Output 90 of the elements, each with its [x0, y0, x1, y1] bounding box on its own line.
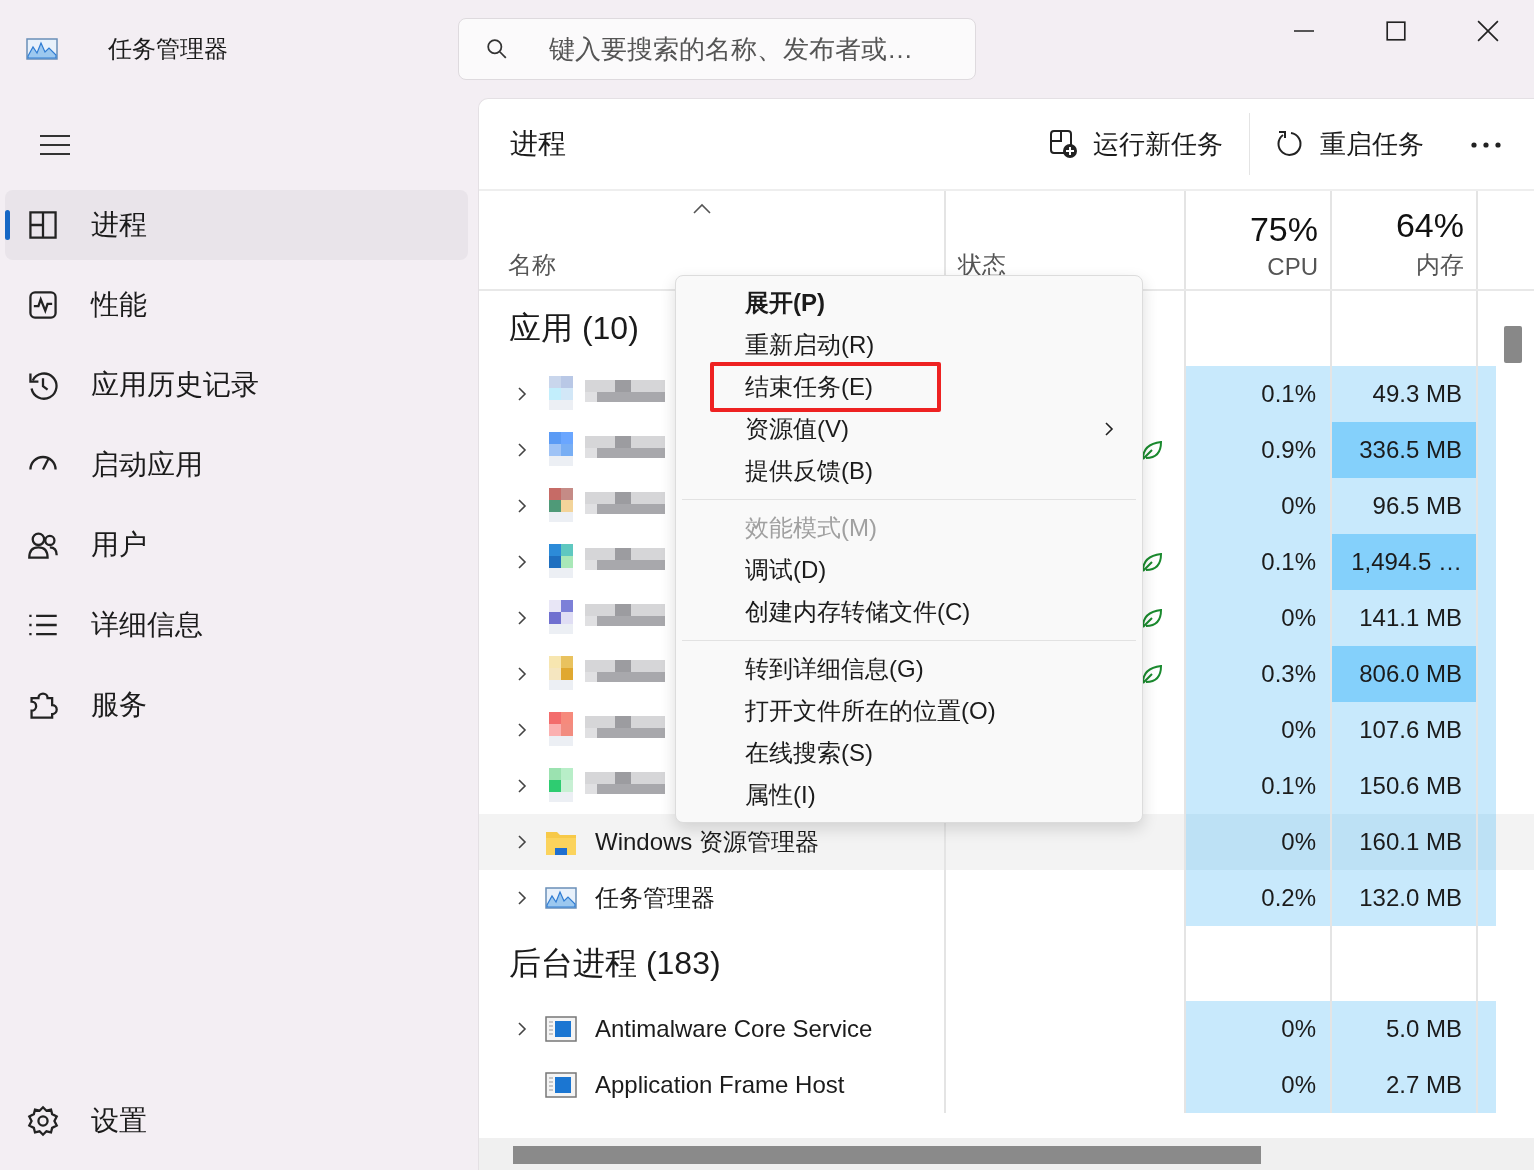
expand-chevron-icon[interactable] — [517, 778, 527, 794]
history-icon — [27, 369, 59, 401]
cpu-value: 0.1% — [1261, 772, 1316, 800]
expand-chevron-icon[interactable] — [517, 1021, 527, 1037]
expand-chevron-icon[interactable] — [517, 890, 527, 906]
section-title: 后台进程 (183) — [509, 943, 721, 983]
more-icon — [1470, 140, 1502, 149]
scrollbar-thumb[interactable] — [513, 1146, 1261, 1164]
close-icon — [1477, 20, 1499, 42]
expand-chevron-icon[interactable] — [517, 610, 527, 626]
sidebar-item[interactable]: 进程 — [5, 190, 468, 260]
menu-icon — [40, 134, 70, 156]
sidebar-item[interactable]: 性能 — [5, 270, 468, 340]
menu-item[interactable]: 调试(D) — [682, 549, 1136, 591]
menu-item[interactable]: 提供反馈(B) — [682, 450, 1136, 492]
memory-value: 141.1 MB — [1359, 604, 1462, 632]
maximize-icon — [1385, 20, 1407, 42]
monitor-graph-icon — [26, 38, 58, 60]
expand-chevron-icon[interactable] — [517, 666, 527, 682]
cpu-value: 0.2% — [1261, 884, 1316, 912]
cpu-value: 0.1% — [1261, 380, 1316, 408]
run-task-button[interactable]: 运行新任务 — [1023, 116, 1249, 172]
sidebar-item[interactable]: 用户 — [5, 510, 468, 580]
process-name: 任务管理器 — [595, 883, 715, 913]
grid-icon — [27, 209, 59, 241]
app-window-icon — [545, 1015, 577, 1043]
cpu-value: 0.3% — [1261, 660, 1316, 688]
memory-value: 5.0 MB — [1385, 1015, 1462, 1043]
memory-value: 160.1 MB — [1359, 828, 1462, 856]
cpu-value: 0% — [1281, 1071, 1316, 1099]
section-title: 应用 (10) — [509, 308, 639, 348]
process-name: Antimalware Core Service — [595, 1015, 873, 1043]
process-name: Windows 资源管理器 — [595, 827, 820, 857]
memory-value: 806.0 MB — [1359, 660, 1462, 688]
search-field[interactable]: 键入要搜索的名称、发布者或… — [458, 18, 976, 80]
selection-indicator — [5, 210, 10, 240]
memory-value: 96.5 MB — [1372, 492, 1462, 520]
expand-chevron-icon[interactable] — [517, 386, 527, 402]
menu-item[interactable]: 打开文件所在的位置(O) — [682, 690, 1136, 732]
cpu-value: 0% — [1281, 604, 1316, 632]
memory-value: 150.6 MB — [1359, 772, 1462, 800]
add-window-icon — [1049, 129, 1079, 159]
expand-chevron-icon[interactable] — [517, 554, 527, 570]
menu-item[interactable]: 重新启动(R) — [682, 324, 1136, 366]
expand-chevron-icon[interactable] — [517, 498, 527, 514]
process-row[interactable]: Windows 资源管理器 0% 160.1 MB — [479, 814, 1534, 870]
menu-item[interactable]: 资源值(V) — [682, 408, 1136, 450]
expand-chevron-icon[interactable] — [517, 722, 527, 738]
scrollbar-thumb[interactable] — [1504, 326, 1522, 363]
cpu-value: 0.1% — [1261, 548, 1316, 576]
minimize-icon — [1293, 30, 1315, 32]
window-title: 任务管理器 — [108, 34, 228, 64]
memory-column-header[interactable]: 64% 内存 — [1332, 191, 1478, 289]
process-row[interactable]: Application Frame Host 0% 2.7 MB — [479, 1057, 1534, 1113]
menu-item[interactable]: 创建内存转储文件(C) — [682, 591, 1136, 633]
menu-item[interactable]: 结束任务(E) — [682, 366, 1136, 408]
settings-item[interactable]: 设置 — [5, 1086, 468, 1156]
sidebar-item[interactable]: 应用历史记录 — [5, 350, 468, 420]
monitor-graph-icon — [545, 884, 577, 912]
cpu-value: 0% — [1281, 716, 1316, 744]
cpu-value: 0.9% — [1261, 436, 1316, 464]
menu-item[interactable]: 在线搜索(S) — [682, 732, 1136, 774]
cpu-value: 0% — [1281, 1015, 1316, 1043]
memory-value: 336.5 MB — [1359, 436, 1462, 464]
page-title: 进程 — [510, 127, 566, 161]
expand-chevron-icon[interactable] — [517, 442, 527, 458]
process-row[interactable]: Antimalware Core Service 0% 5.0 MB — [479, 1001, 1534, 1057]
sidebar-item[interactable]: 启动应用 — [5, 430, 468, 500]
memory-value: 1,494.5 … — [1351, 548, 1462, 576]
menu-item[interactable]: 转到详细信息(G) — [682, 648, 1136, 690]
memory-value: 2.7 MB — [1385, 1071, 1462, 1099]
process-row[interactable]: 任务管理器 0.2% 132.0 MB — [479, 870, 1534, 926]
cpu-column-header[interactable]: 75% CPU — [1186, 191, 1332, 289]
expand-chevron-icon[interactable] — [517, 834, 527, 850]
memory-value: 132.0 MB — [1359, 884, 1462, 912]
app-window-icon — [545, 1071, 577, 1099]
cpu-value: 0% — [1281, 828, 1316, 856]
sidebar-item[interactable]: 服务 — [5, 670, 468, 740]
users-icon — [27, 529, 59, 561]
search-icon — [486, 38, 508, 60]
pulse-icon — [27, 289, 59, 321]
restart-task-button[interactable]: 重启任务 — [1250, 116, 1450, 172]
memory-value: 107.6 MB — [1359, 716, 1462, 744]
cpu-value: 0% — [1281, 492, 1316, 520]
settings-icon — [27, 1105, 59, 1137]
sort-caret-icon — [692, 203, 712, 215]
memory-value: 49.3 MB — [1372, 380, 1462, 408]
sidebar-item[interactable]: 详细信息 — [5, 590, 468, 660]
process-name: Application Frame Host — [595, 1071, 845, 1099]
menu-item[interactable]: 属性(I) — [682, 774, 1136, 816]
